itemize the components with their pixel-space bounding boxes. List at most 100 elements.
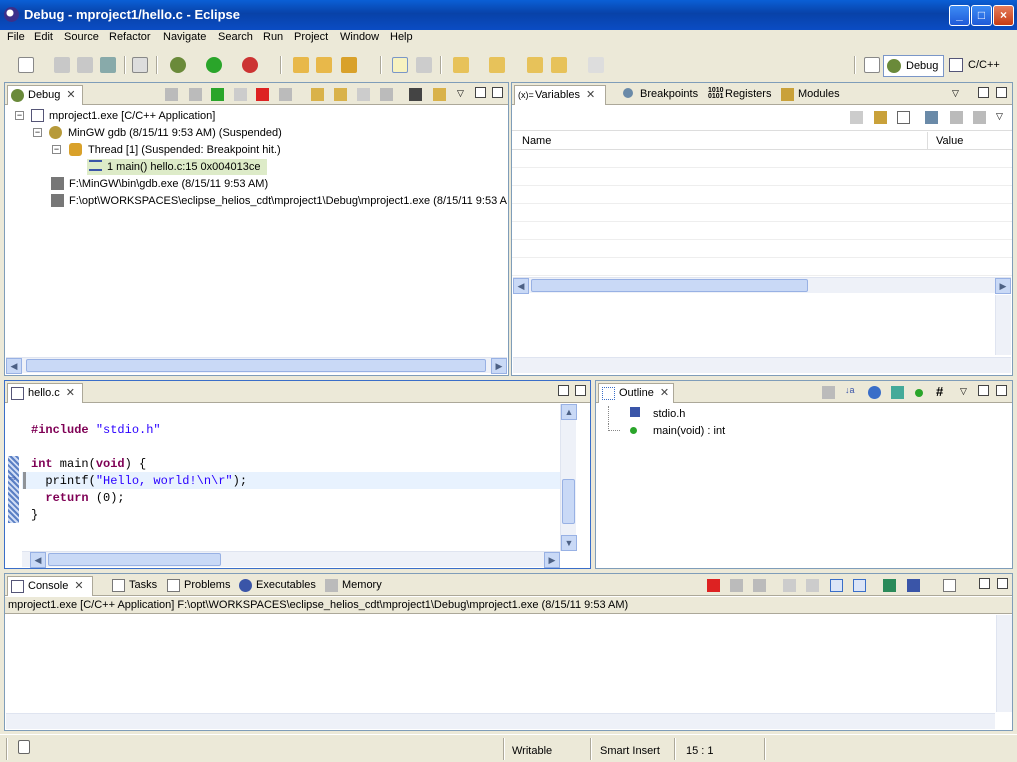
step-return-icon[interactable] [357,88,370,101]
close-button[interactable]: × [993,5,1014,26]
terminate-icon[interactable] [256,88,269,101]
show-type-names-icon[interactable] [850,111,863,124]
perspective-debug[interactable]: Debug [883,55,944,77]
open-type-icon[interactable] [316,57,332,73]
tab-variables[interactable]: (x)= Variables ✕ [514,85,606,105]
code-line-5[interactable]: printf("Hello, world!\n\r"); [31,473,247,490]
show-stderr-icon[interactable] [853,579,866,592]
maximize-view-icon[interactable] [492,87,503,98]
menu-project[interactable]: Project [294,30,328,45]
hide-fields-icon[interactable] [868,386,881,399]
hide-static-icon[interactable] [891,386,904,399]
minimize-view-icon[interactable] [558,385,569,396]
instruction-stepping-icon[interactable] [409,88,422,101]
tab-executables[interactable]: Executables [236,576,316,596]
link-icon[interactable] [925,111,938,124]
tab-debug[interactable]: Debug ✕ [7,85,83,105]
save-all-icon[interactable] [77,57,93,73]
previous-annotation-icon[interactable] [489,57,505,73]
forward-icon[interactable] [588,57,604,73]
menu-file[interactable]: File [7,30,25,45]
remove-all-icon[interactable] [973,111,986,124]
perspective-cpp[interactable]: C/C++ [946,55,1006,77]
tab-memory[interactable]: Memory [322,576,382,596]
editor-hscrollbar[interactable]: ◀ ▶ [22,551,560,568]
minimize-view-icon[interactable] [475,87,486,98]
annotation-icon[interactable] [416,57,432,73]
details-hscrollbar[interactable] [513,357,1011,373]
open-console-icon[interactable] [943,579,956,592]
highlight-icon[interactable] [392,57,408,73]
last-edit-icon[interactable] [527,57,543,73]
details-vscrollbar[interactable] [995,295,1011,355]
terminate-icon[interactable] [707,579,720,592]
collapse-all-icon[interactable] [897,111,910,124]
menu-run[interactable]: Run [263,30,283,45]
remove-launch-icon[interactable] [730,579,743,592]
tab-tasks[interactable]: Tasks [109,576,157,596]
remove-terminated-icon[interactable] [165,88,178,101]
debug-icon[interactable] [170,57,186,73]
code-line-4[interactable]: int main(void) { [31,456,146,473]
view-menu-icon[interactable]: ▽ [952,88,965,101]
external-tools-icon[interactable] [242,57,258,73]
link-editor-icon[interactable] [822,386,835,399]
editor-vscrollbar[interactable]: ▲ ▼ [560,404,577,551]
suspend-icon[interactable] [234,88,247,101]
new-icon[interactable] [18,57,34,73]
remove-all-terminated-icon[interactable] [753,579,766,592]
minimize-view-icon[interactable] [978,385,989,396]
hide-macro-icon[interactable]: # [936,385,949,399]
step-over-icon[interactable] [334,88,347,101]
code-line-2[interactable]: #include "stdio.h" [31,422,161,439]
minimize-button[interactable]: _ [949,5,970,26]
binary-icon[interactable] [132,57,148,73]
fast-view-icon[interactable] [18,740,30,754]
drop-to-frame-icon[interactable] [380,88,393,101]
resume-icon[interactable] [211,88,224,101]
tab-modules[interactable]: Modules [778,85,840,105]
run-icon[interactable] [206,57,222,73]
menu-window[interactable]: Window [340,30,379,45]
clear-console-icon[interactable] [783,579,796,592]
open-folder-icon[interactable] [293,57,309,73]
menu-refactor[interactable]: Refactor [109,30,151,45]
menu-source[interactable]: Source [64,30,99,45]
scroll-lock-icon[interactable] [806,579,819,592]
remove-icon[interactable] [950,111,963,124]
minimize-view-icon[interactable] [978,87,989,98]
console-vscrollbar[interactable] [996,615,1012,712]
view-menu-icon[interactable]: ▽ [960,386,973,399]
display-console-icon[interactable] [907,579,920,592]
tree-item-stack-frame[interactable]: 1 main() hello.c:15 0x004013ce [87,159,267,175]
tab-registers[interactable]: 1010 0101 Registers [705,85,771,105]
maximize-view-icon[interactable] [996,385,1007,396]
tab-hello-c[interactable]: hello.c ✕ [7,383,83,403]
debug-hscrollbar[interactable]: ◀ ▶ [6,357,507,374]
menu-search[interactable]: Search [218,30,253,45]
tab-console[interactable]: Console ✕ [7,576,93,596]
tab-breakpoints[interactable]: Breakpoints [620,85,698,105]
variables-hscrollbar[interactable]: ◀ ▶ [513,277,1011,294]
print-icon[interactable] [100,57,116,73]
open-perspective-icon[interactable] [864,57,880,73]
pin-console-icon[interactable] [883,579,896,592]
menu-edit[interactable]: Edit [34,30,53,45]
show-stdout-icon[interactable] [830,579,843,592]
maximize-button[interactable]: □ [971,5,992,26]
maximize-view-icon[interactable] [575,385,586,396]
step-into-icon[interactable] [311,88,324,101]
create-watch-icon[interactable] [874,111,887,124]
column-name[interactable]: Name [522,135,551,147]
step-filters-icon[interactable] [433,88,446,101]
back-icon[interactable] [551,57,567,73]
view-menu-icon[interactable]: ▽ [457,88,470,101]
connect-icon[interactable] [189,88,202,101]
hide-non-public-icon[interactable] [915,389,923,397]
tab-outline[interactable]: Outline ✕ [598,383,674,403]
menu-navigate[interactable]: Navigate [163,30,206,45]
column-value[interactable]: Value [936,135,963,147]
save-icon[interactable] [54,57,70,73]
code-line-6[interactable]: return (0); [31,490,124,507]
maximize-view-icon[interactable] [997,578,1008,589]
